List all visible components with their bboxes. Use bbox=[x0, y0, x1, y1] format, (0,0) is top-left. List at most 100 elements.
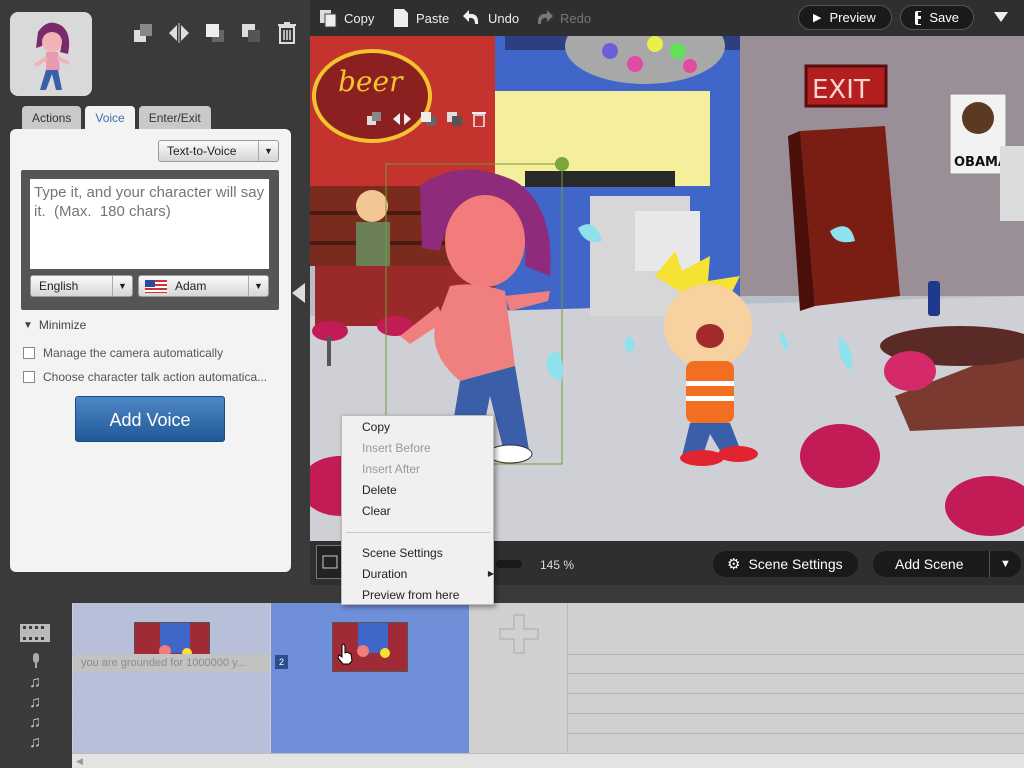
redo-label: Redo bbox=[560, 10, 592, 26]
trash-icon[interactable] bbox=[472, 111, 486, 132]
timeline-ruler bbox=[0, 585, 1024, 603]
save-button[interactable]: Save bbox=[900, 5, 974, 30]
collapse-panel-icon[interactable] bbox=[292, 283, 305, 303]
tab-actions[interactable]: Actions bbox=[22, 106, 82, 130]
play-icon: ▶ bbox=[813, 12, 822, 24]
chevron-down-icon: ▼ bbox=[112, 276, 132, 296]
chevron-down-icon: ▼ bbox=[248, 276, 268, 296]
undo-label: Undo bbox=[488, 10, 520, 26]
tab-voice[interactable]: Voice bbox=[85, 106, 135, 130]
redo-button[interactable]: Redo bbox=[534, 6, 591, 30]
preview-label: Preview bbox=[829, 10, 876, 25]
film-strip-icon bbox=[20, 624, 50, 647]
add-scene-label: Add Scene bbox=[895, 556, 964, 572]
scene-settings-label: Scene Settings bbox=[748, 556, 843, 572]
music-icon: ♫ bbox=[29, 714, 41, 731]
send-backward-icon[interactable] bbox=[238, 20, 264, 46]
chevron-down-icon[interactable]: ▼ bbox=[989, 551, 1021, 577]
timeline: ♫ ♫ ♫ ♫ 1 2 ◀ bbox=[0, 585, 1024, 768]
talk-auto-label: Choose character talk action automatica.… bbox=[43, 370, 268, 384]
camera-auto-checkbox-row[interactable]: Manage the camera automatically bbox=[23, 346, 223, 360]
zoom-slider[interactable] bbox=[496, 560, 522, 568]
send-backward-icon[interactable] bbox=[446, 111, 464, 132]
menu-item-scene-settings[interactable]: Scene Settings bbox=[362, 543, 443, 563]
menu-item-insert-after[interactable]: Insert After bbox=[362, 459, 420, 479]
context-menu: Copy Insert Before Insert After Delete C… bbox=[341, 415, 494, 605]
flip-icon[interactable] bbox=[166, 20, 192, 46]
timeline-track-icons: ♫ ♫ ♫ ♫ bbox=[0, 585, 72, 768]
music-icon: ♫ bbox=[29, 674, 41, 691]
copy-button[interactable]: Copy bbox=[318, 6, 374, 30]
menu-separator bbox=[346, 532, 490, 533]
add-scene-button[interactable]: Add Scene ▼ bbox=[873, 551, 1021, 577]
character-quick-toolbar bbox=[360, 110, 500, 132]
voice-caption-clip[interactable]: you are grounded for 1000000 y... bbox=[73, 654, 270, 672]
timeline-scene-2[interactable]: 2 bbox=[271, 603, 469, 768]
save-icon bbox=[915, 10, 922, 25]
bring-forward-icon[interactable] bbox=[420, 111, 438, 132]
undo-icon bbox=[463, 10, 479, 24]
redo-icon bbox=[537, 10, 553, 24]
timeline-scrollbar[interactable]: ◀ bbox=[72, 753, 1024, 768]
us-flag-icon bbox=[145, 280, 167, 293]
scroll-left-icon[interactable]: ◀ bbox=[76, 756, 83, 767]
scene-settings-button[interactable]: ⚙ Scene Settings bbox=[713, 551, 858, 577]
character-avatar[interactable] bbox=[10, 12, 92, 96]
menu-item-insert-before[interactable]: Insert Before bbox=[362, 438, 431, 458]
menu-item-copy[interactable]: Copy bbox=[362, 417, 390, 437]
music-icon: ♫ bbox=[29, 694, 41, 711]
timeline-scene-1[interactable]: 1 bbox=[73, 603, 270, 753]
voice-input-box: English ▼ Adam ▼ bbox=[21, 170, 279, 310]
menu-item-duration[interactable]: Duration ▶ bbox=[362, 564, 494, 584]
minimize-label: Minimize bbox=[38, 318, 87, 332]
talk-auto-checkbox-row[interactable]: Choose character talk action automatica.… bbox=[23, 370, 267, 384]
voice-text-input[interactable] bbox=[30, 179, 269, 269]
voice-select[interactable]: Adam ▼ bbox=[138, 275, 269, 297]
chevron-down-icon: ▼ bbox=[258, 141, 278, 161]
copy-icon bbox=[320, 10, 337, 28]
menu-item-delete[interactable]: Delete bbox=[362, 480, 397, 500]
menu-item-preview-from-here[interactable]: Preview from here bbox=[362, 585, 459, 605]
arrange-icon[interactable] bbox=[130, 20, 156, 46]
more-menu-button[interactable] bbox=[992, 10, 1010, 29]
menu-item-clear[interactable]: Clear bbox=[362, 501, 391, 521]
talk-auto-checkbox[interactable] bbox=[23, 371, 35, 383]
camera-auto-label: Manage the camera automatically bbox=[43, 346, 224, 360]
language-select[interactable]: English ▼ bbox=[30, 275, 133, 297]
camera-auto-checkbox[interactable] bbox=[23, 347, 35, 359]
triangle-down-icon: ▼ bbox=[23, 319, 33, 331]
save-label: Save bbox=[929, 10, 959, 25]
undo-button[interactable]: Undo bbox=[462, 6, 519, 30]
camera-icon[interactable] bbox=[316, 545, 344, 579]
voice-source-select[interactable]: Text-to-Voice ▼ bbox=[158, 140, 279, 162]
submenu-arrow-icon: ▶ bbox=[487, 569, 494, 578]
microphone-icon bbox=[30, 653, 42, 674]
svg-text:beer: beer bbox=[338, 65, 404, 98]
character-tools bbox=[130, 20, 300, 46]
left-panel: Actions Voice Enter/Exit Text-to-Voice ▼… bbox=[0, 0, 310, 585]
voice-panel: Text-to-Voice ▼ English ▼ Adam ▼ ▼ Minim… bbox=[10, 129, 291, 572]
zoom-level: 145 % bbox=[540, 558, 575, 572]
hand-cursor-icon bbox=[336, 643, 354, 670]
svg-text:EXIT: EXIT bbox=[812, 75, 870, 105]
trash-icon[interactable] bbox=[274, 20, 300, 46]
scene-number: 2 bbox=[275, 655, 288, 669]
voice-source-label: Text-to-Voice bbox=[167, 144, 237, 158]
timeline-empty-slot[interactable] bbox=[470, 603, 568, 768]
paste-icon bbox=[394, 9, 408, 27]
svg-text:OBAMA: OBAMA bbox=[954, 155, 1008, 170]
minimize-toggle[interactable]: ▼ Minimize bbox=[23, 318, 86, 332]
flip-icon[interactable] bbox=[392, 111, 412, 132]
tab-enter-exit[interactable]: Enter/Exit bbox=[138, 106, 211, 130]
music-icon: ♫ bbox=[29, 734, 41, 751]
language-label: English bbox=[39, 279, 79, 293]
preview-button[interactable]: ▶ Preview bbox=[798, 5, 892, 30]
voice-name-label: Adam bbox=[175, 279, 207, 293]
paste-label: Paste bbox=[416, 10, 450, 26]
bring-forward-icon[interactable] bbox=[202, 20, 228, 46]
panel-tabs: Actions Voice Enter/Exit bbox=[22, 106, 211, 130]
paste-button[interactable]: Paste bbox=[392, 6, 449, 30]
add-voice-button[interactable]: Add Voice bbox=[75, 396, 225, 442]
copy-label: Copy bbox=[344, 10, 375, 26]
arrange-icon[interactable] bbox=[366, 111, 384, 132]
